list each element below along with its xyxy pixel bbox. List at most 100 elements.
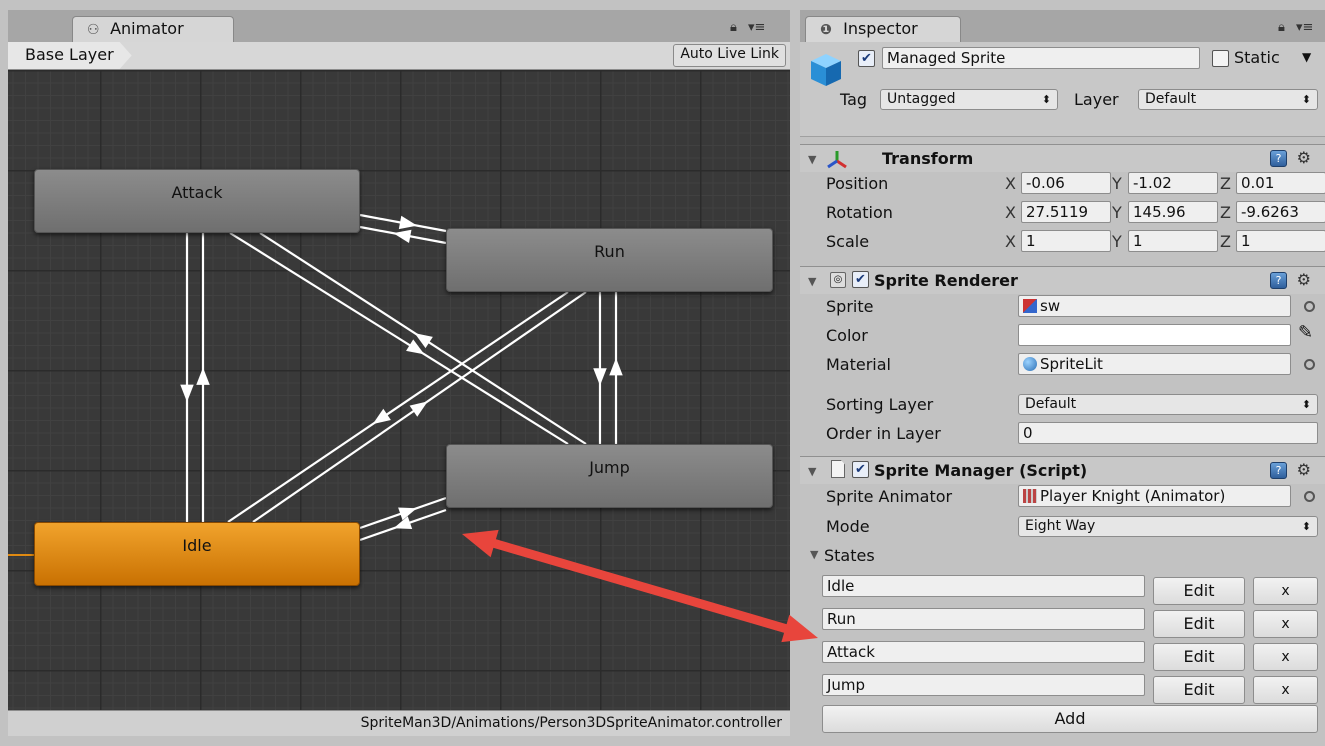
menu-icon[interactable]: ▾≡	[748, 20, 765, 35]
rotation-y-field[interactable]: 145.96	[1128, 201, 1218, 223]
transition-arrowhead	[196, 367, 210, 385]
rotation-z-axis-label: Z	[1220, 203, 1231, 222]
transition-arrowhead	[409, 401, 428, 417]
edit-state-button[interactable]: Edit	[1153, 676, 1245, 704]
state-name-value: Run	[827, 610, 856, 628]
rotation-x-field[interactable]: 27.5119	[1021, 201, 1111, 223]
position-x-field[interactable]: -0.06	[1021, 172, 1111, 194]
tab-inspector-label: Inspector	[843, 19, 918, 38]
scale-y-field[interactable]: 1	[1128, 230, 1218, 252]
sprite-asset-icon	[1023, 299, 1037, 313]
state-idle-default[interactable]: Idle	[34, 522, 360, 586]
gear-icon[interactable]: ⚙	[1297, 270, 1311, 289]
sprite-renderer-enabled-checkbox[interactable]: ✔	[852, 271, 869, 288]
position-z-value: 0.01	[1241, 174, 1275, 192]
position-y-field[interactable]: -1.02	[1128, 172, 1218, 194]
sprite-animator-value: Player Knight (Animator)	[1040, 487, 1226, 505]
gameobject-header: ✔ Managed Sprite Static ▼ Tag Untagged ⬍…	[800, 42, 1325, 137]
state-machine-graph[interactable]: Attack Run Jump Idle	[8, 70, 790, 710]
scale-z-axis-label: Z	[1220, 232, 1231, 251]
target-icon[interactable]	[1304, 301, 1315, 312]
edit-state-button[interactable]: Edit	[1153, 577, 1245, 605]
state-name-field[interactable]: Idle	[822, 575, 1145, 597]
state-name-field[interactable]: Attack	[822, 641, 1145, 663]
static-label: Static	[1234, 48, 1280, 67]
edit-state-button[interactable]: Edit	[1153, 643, 1245, 671]
add-state-button[interactable]: Add	[822, 705, 1318, 733]
rotation-z-value: -9.6263	[1241, 203, 1299, 221]
remove-state-button[interactable]: x	[1253, 610, 1318, 638]
state-run-label: Run	[594, 242, 625, 261]
sprite-field[interactable]: sw	[1018, 295, 1291, 317]
gear-icon[interactable]: ⚙	[1297, 148, 1311, 167]
mode-dropdown[interactable]: Eight Way ⬍	[1018, 516, 1318, 537]
sprite-renderer-header[interactable]: ▼ ◎ ✔ Sprite Renderer ? ⚙	[800, 266, 1325, 294]
position-z-axis-label: Z	[1220, 174, 1231, 193]
sorting-layer-value: Default	[1025, 396, 1077, 412]
state-name-field[interactable]: Run	[822, 608, 1145, 630]
position-y-axis-label: Y	[1112, 174, 1122, 193]
edit-state-button[interactable]: Edit	[1153, 610, 1245, 638]
scale-z-field[interactable]: 1	[1236, 230, 1325, 252]
position-z-field[interactable]: 0.01	[1236, 172, 1325, 194]
menu-icon[interactable]: ▾≡	[1296, 20, 1313, 35]
tab-inspector[interactable]: ❶ Inspector	[805, 16, 961, 42]
breadcrumb-base-layer[interactable]: Base Layer	[8, 42, 132, 69]
scale-x-field[interactable]: 1	[1021, 230, 1111, 252]
fold-arrow-icon[interactable]: ▼	[810, 548, 818, 561]
sprite-value: sw	[1040, 297, 1061, 315]
fold-arrow-icon[interactable]: ▼	[808, 465, 816, 478]
animator-asset-icon	[1023, 489, 1037, 503]
gameobject-active-checkbox[interactable]: ✔	[858, 50, 875, 67]
auto-live-link-button[interactable]: Auto Live Link	[673, 44, 786, 67]
state-name-field[interactable]: Jump	[822, 674, 1145, 696]
transform-header[interactable]: ▼ Transform ? ⚙	[800, 144, 1325, 172]
animator-icon: ⚇	[87, 22, 100, 38]
rotation-z-field[interactable]: -9.6263	[1236, 201, 1325, 223]
target-icon[interactable]	[1304, 491, 1315, 502]
sprite-manager-header[interactable]: ▼ ✔ Sprite Manager (Script) ? ⚙	[800, 456, 1325, 484]
gameobject-name-field[interactable]: Managed Sprite	[882, 47, 1200, 69]
state-attack-label: Attack	[171, 183, 223, 202]
sprite-animator-field[interactable]: Player Knight (Animator)	[1018, 485, 1291, 507]
layer-dropdown[interactable]: Default ⬍	[1138, 89, 1318, 110]
tag-dropdown[interactable]: Untagged ⬍	[880, 89, 1058, 110]
sprite-manager-enabled-checkbox[interactable]: ✔	[852, 461, 869, 478]
material-label: Material	[826, 355, 891, 374]
lock-icon[interactable]: 🔒︎	[730, 20, 737, 35]
inspector-window: ❶ Inspector 🔒︎ ▾≡ ✔ Managed Sprite Stati…	[800, 10, 1325, 746]
tag-label: Tag	[840, 90, 868, 109]
position-x-axis-label: X	[1005, 174, 1016, 193]
dropdown-arrows-icon: ⬍	[1301, 520, 1311, 533]
target-icon[interactable]	[1304, 359, 1315, 370]
fold-arrow-icon[interactable]: ▼	[808, 153, 816, 166]
material-field[interactable]: SpriteLit	[1018, 353, 1291, 375]
order-in-layer-label: Order in Layer	[826, 424, 941, 443]
fold-arrow-icon[interactable]: ▼	[808, 275, 816, 288]
sprite-manager-title: Sprite Manager (Script)	[874, 461, 1088, 480]
state-jump[interactable]: Jump	[446, 444, 773, 508]
state-attack[interactable]: Attack	[34, 169, 360, 233]
remove-state-button[interactable]: x	[1253, 643, 1318, 671]
gear-icon[interactable]: ⚙	[1297, 460, 1311, 479]
scale-y-axis-label: Y	[1112, 232, 1122, 251]
order-in-layer-field[interactable]: 0	[1018, 422, 1318, 444]
remove-state-button[interactable]: x	[1253, 676, 1318, 704]
scale-y-value: 1	[1133, 232, 1143, 250]
eyedropper-icon[interactable]: ✎	[1298, 322, 1313, 343]
lock-icon[interactable]: 🔒︎	[1278, 20, 1285, 35]
remove-state-button[interactable]: x	[1253, 577, 1318, 605]
sorting-layer-dropdown[interactable]: Default ⬍	[1018, 394, 1318, 415]
static-dropdown-arrow-icon[interactable]: ▼	[1302, 50, 1311, 64]
help-book-icon[interactable]: ?	[1270, 462, 1287, 479]
help-book-icon[interactable]: ?	[1270, 272, 1287, 289]
dropdown-arrows-icon: ⬍	[1041, 93, 1051, 106]
help-book-icon[interactable]: ?	[1270, 150, 1287, 167]
color-field[interactable]	[1018, 324, 1291, 346]
inspector-tabstrip: ❶ Inspector 🔒︎ ▾≡	[800, 10, 1325, 42]
state-run[interactable]: Run	[446, 228, 773, 292]
order-in-layer-value: 0	[1023, 424, 1033, 442]
static-checkbox[interactable]	[1212, 50, 1229, 67]
tab-animator[interactable]: ⚇ Animator	[72, 16, 234, 42]
position-x-value: -0.06	[1026, 174, 1065, 192]
